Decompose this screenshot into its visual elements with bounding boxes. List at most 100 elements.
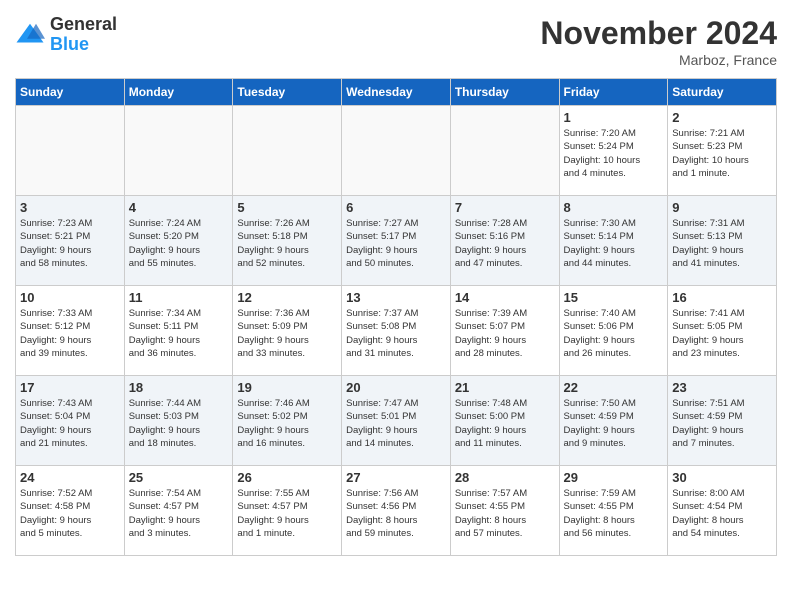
day-info: Sunrise: 7:56 AM Sunset: 4:56 PM Dayligh… (346, 487, 446, 540)
calendar-cell: 30 Sunrise: 8:00 AM Sunset: 4:54 PM Dayli… (668, 466, 777, 556)
calendar-cell: 15 Sunrise: 7:40 AM Sunset: 5:06 PM Dayli… (559, 286, 668, 376)
day-info: Sunrise: 7:48 AM Sunset: 5:00 PM Dayligh… (455, 397, 555, 450)
day-number: 17 (20, 380, 120, 395)
day-info: Sunrise: 7:50 AM Sunset: 4:59 PM Dayligh… (564, 397, 664, 450)
day-number: 4 (129, 200, 229, 215)
day-info: Sunrise: 7:47 AM Sunset: 5:01 PM Dayligh… (346, 397, 446, 450)
month-title: November 2024 (540, 15, 777, 52)
day-number: 3 (20, 200, 120, 215)
logo-blue: Blue (50, 34, 89, 54)
day-number: 7 (455, 200, 555, 215)
calendar-cell: 7 Sunrise: 7:28 AM Sunset: 5:16 PM Daylig… (450, 196, 559, 286)
calendar-cell: 12 Sunrise: 7:36 AM Sunset: 5:09 PM Dayli… (233, 286, 342, 376)
title-section: November 2024 Marboz, France (540, 15, 777, 68)
calendar-cell (124, 106, 233, 196)
calendar-week-row: 3 Sunrise: 7:23 AM Sunset: 5:21 PM Daylig… (16, 196, 777, 286)
day-info: Sunrise: 7:23 AM Sunset: 5:21 PM Dayligh… (20, 217, 120, 270)
calendar-cell: 5 Sunrise: 7:26 AM Sunset: 5:18 PM Daylig… (233, 196, 342, 286)
day-info: Sunrise: 7:21 AM Sunset: 5:23 PM Dayligh… (672, 127, 772, 180)
day-info: Sunrise: 7:52 AM Sunset: 4:58 PM Dayligh… (20, 487, 120, 540)
day-number: 2 (672, 110, 772, 125)
day-info: Sunrise: 7:34 AM Sunset: 5:11 PM Dayligh… (129, 307, 229, 360)
calendar-cell: 2 Sunrise: 7:21 AM Sunset: 5:23 PM Daylig… (668, 106, 777, 196)
calendar-cell: 17 Sunrise: 7:43 AM Sunset: 5:04 PM Dayli… (16, 376, 125, 466)
calendar-cell: 4 Sunrise: 7:24 AM Sunset: 5:20 PM Daylig… (124, 196, 233, 286)
calendar-cell (450, 106, 559, 196)
day-number: 12 (237, 290, 337, 305)
day-info: Sunrise: 7:51 AM Sunset: 4:59 PM Dayligh… (672, 397, 772, 450)
day-info: Sunrise: 7:44 AM Sunset: 5:03 PM Dayligh… (129, 397, 229, 450)
day-info: Sunrise: 7:54 AM Sunset: 4:57 PM Dayligh… (129, 487, 229, 540)
day-number: 26 (237, 470, 337, 485)
calendar-week-row: 24Sunrise: 7:52 AM Sunset: 4:58 PM Dayli… (16, 466, 777, 556)
day-number: 27 (346, 470, 446, 485)
calendar-cell: 29 Sunrise: 7:59 AM Sunset: 4:55 PM Dayli… (559, 466, 668, 556)
calendar-cell: 10Sunrise: 7:33 AM Sunset: 5:12 PM Dayli… (16, 286, 125, 376)
day-info: Sunrise: 7:31 AM Sunset: 5:13 PM Dayligh… (672, 217, 772, 270)
calendar-cell: 8 Sunrise: 7:30 AM Sunset: 5:14 PM Daylig… (559, 196, 668, 286)
weekday-header: Tuesday (233, 79, 342, 106)
calendar-cell: 23 Sunrise: 7:51 AM Sunset: 4:59 PM Dayli… (668, 376, 777, 466)
weekday-header-row: SundayMondayTuesdayWednesdayThursdayFrid… (16, 79, 777, 106)
day-number: 6 (346, 200, 446, 215)
day-number: 18 (129, 380, 229, 395)
day-info: Sunrise: 7:20 AM Sunset: 5:24 PM Dayligh… (564, 127, 664, 180)
calendar-cell: 1 Sunrise: 7:20 AM Sunset: 5:24 PM Daylig… (559, 106, 668, 196)
calendar-cell: 11 Sunrise: 7:34 AM Sunset: 5:11 PM Dayli… (124, 286, 233, 376)
day-number: 23 (672, 380, 772, 395)
day-number: 15 (564, 290, 664, 305)
logo-icon (15, 20, 45, 50)
calendar-cell (342, 106, 451, 196)
calendar-cell: 16 Sunrise: 7:41 AM Sunset: 5:05 PM Dayli… (668, 286, 777, 376)
day-number: 1 (564, 110, 664, 125)
calendar-cell: 27 Sunrise: 7:56 AM Sunset: 4:56 PM Dayli… (342, 466, 451, 556)
calendar-week-row: 1 Sunrise: 7:20 AM Sunset: 5:24 PM Daylig… (16, 106, 777, 196)
day-number: 11 (129, 290, 229, 305)
day-number: 25 (129, 470, 229, 485)
day-info: Sunrise: 7:37 AM Sunset: 5:08 PM Dayligh… (346, 307, 446, 360)
weekday-header: Saturday (668, 79, 777, 106)
logo: General Blue (15, 15, 117, 55)
day-number: 9 (672, 200, 772, 215)
calendar-cell: 21Sunrise: 7:48 AM Sunset: 5:00 PM Dayli… (450, 376, 559, 466)
weekday-header: Sunday (16, 79, 125, 106)
day-info: Sunrise: 7:55 AM Sunset: 4:57 PM Dayligh… (237, 487, 337, 540)
day-number: 28 (455, 470, 555, 485)
day-info: Sunrise: 7:33 AM Sunset: 5:12 PM Dayligh… (20, 307, 120, 360)
calendar-cell: 24Sunrise: 7:52 AM Sunset: 4:58 PM Dayli… (16, 466, 125, 556)
day-info: Sunrise: 7:41 AM Sunset: 5:05 PM Dayligh… (672, 307, 772, 360)
day-info: Sunrise: 7:43 AM Sunset: 5:04 PM Dayligh… (20, 397, 120, 450)
day-info: Sunrise: 7:59 AM Sunset: 4:55 PM Dayligh… (564, 487, 664, 540)
day-number: 8 (564, 200, 664, 215)
calendar-week-row: 10Sunrise: 7:33 AM Sunset: 5:12 PM Dayli… (16, 286, 777, 376)
calendar-cell: 3 Sunrise: 7:23 AM Sunset: 5:21 PM Daylig… (16, 196, 125, 286)
calendar-table: SundayMondayTuesdayWednesdayThursdayFrid… (15, 78, 777, 556)
day-number: 14 (455, 290, 555, 305)
day-number: 16 (672, 290, 772, 305)
logo-text: General Blue (50, 15, 117, 55)
day-info: Sunrise: 7:24 AM Sunset: 5:20 PM Dayligh… (129, 217, 229, 270)
calendar-cell: 14 Sunrise: 7:39 AM Sunset: 5:07 PM Dayli… (450, 286, 559, 376)
calendar-cell: 13 Sunrise: 7:37 AM Sunset: 5:08 PM Dayli… (342, 286, 451, 376)
day-number: 13 (346, 290, 446, 305)
day-info: Sunrise: 7:39 AM Sunset: 5:07 PM Dayligh… (455, 307, 555, 360)
day-number: 19 (237, 380, 337, 395)
weekday-header: Wednesday (342, 79, 451, 106)
weekday-header: Thursday (450, 79, 559, 106)
calendar-cell: 26 Sunrise: 7:55 AM Sunset: 4:57 PM Dayli… (233, 466, 342, 556)
day-info: Sunrise: 8:00 AM Sunset: 4:54 PM Dayligh… (672, 487, 772, 540)
day-info: Sunrise: 7:26 AM Sunset: 5:18 PM Dayligh… (237, 217, 337, 270)
calendar-cell: 18 Sunrise: 7:44 AM Sunset: 5:03 PM Dayli… (124, 376, 233, 466)
calendar-cell: 25 Sunrise: 7:54 AM Sunset: 4:57 PM Dayli… (124, 466, 233, 556)
day-number: 5 (237, 200, 337, 215)
calendar-cell: 9 Sunrise: 7:31 AM Sunset: 5:13 PM Daylig… (668, 196, 777, 286)
day-info: Sunrise: 7:40 AM Sunset: 5:06 PM Dayligh… (564, 307, 664, 360)
day-number: 30 (672, 470, 772, 485)
day-info: Sunrise: 7:28 AM Sunset: 5:16 PM Dayligh… (455, 217, 555, 270)
calendar-cell (233, 106, 342, 196)
logo-general: General (50, 14, 117, 34)
day-info: Sunrise: 7:30 AM Sunset: 5:14 PM Dayligh… (564, 217, 664, 270)
day-number: 29 (564, 470, 664, 485)
day-info: Sunrise: 7:36 AM Sunset: 5:09 PM Dayligh… (237, 307, 337, 360)
calendar-cell: 22Sunrise: 7:50 AM Sunset: 4:59 PM Dayli… (559, 376, 668, 466)
